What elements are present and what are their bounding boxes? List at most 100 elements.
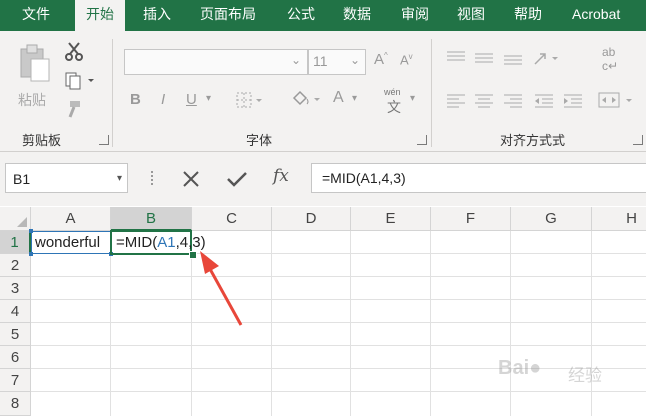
row-header-3[interactable]: 3 <box>0 277 31 300</box>
phonetic-label: wén <box>384 87 401 97</box>
tab-acrobat[interactable]: Acrobat <box>572 0 620 31</box>
watermark-jingyan: 经验 <box>568 366 602 385</box>
paste-icon <box>20 44 50 82</box>
fill-color-icon[interactable] <box>290 90 322 110</box>
orientation-icon[interactable] <box>532 50 562 68</box>
column-header-a[interactable]: A <box>31 207 111 231</box>
column-header-b[interactable]: B <box>111 207 192 231</box>
tab-help[interactable]: 帮助 <box>514 0 542 31</box>
cancel-icon[interactable] <box>181 169 201 189</box>
gridline <box>271 231 272 416</box>
font-size-value: 11 <box>313 53 328 69</box>
ribbon-tab-bar: 文件 开始 插入 页面布局 公式 数据 审阅 视图 帮助 Acrobat <box>0 0 646 31</box>
name-box[interactable]: B1 ▾ <box>5 163 128 193</box>
tab-formulas[interactable]: 公式 <box>287 0 315 31</box>
formula-input[interactable]: =MID(A1,4,3) <box>311 163 646 193</box>
clipboard-group-label: 剪贴板 <box>22 133 62 148</box>
column-header-f[interactable]: F <box>431 207 511 231</box>
gridline <box>31 299 646 300</box>
tab-page-layout[interactable]: 页面布局 <box>200 0 256 31</box>
copy-icon[interactable] <box>64 71 94 91</box>
bottom-align-icon[interactable] <box>503 51 523 65</box>
top-align-icon[interactable] <box>446 51 466 65</box>
align-left-icon[interactable] <box>446 94 466 108</box>
chevron-down-icon[interactable]: ▾ <box>352 93 357 104</box>
bold-button[interactable]: B <box>130 91 141 108</box>
select-all-icon <box>17 217 27 227</box>
chevron-down-icon[interactable]: ▾ <box>206 93 211 104</box>
phonetic-guide-button[interactable]: wén 文 <box>384 87 406 115</box>
chevron-down-icon[interactable]: ▾ <box>410 93 415 104</box>
font-size-dropdown[interactable]: 11 ⌄ <box>308 49 366 75</box>
increase-font-icon[interactable]: A^ <box>374 51 388 68</box>
tab-insert[interactable]: 插入 <box>143 0 171 31</box>
row-header-4[interactable]: 4 <box>0 300 31 323</box>
format-painter-icon[interactable] <box>64 99 84 119</box>
align-right-icon[interactable] <box>503 94 523 108</box>
gridline <box>110 231 111 416</box>
row-header-8[interactable]: 8 <box>0 392 31 416</box>
column-header-g[interactable]: G <box>511 207 592 231</box>
formula-bar: B1 ▾ fx =MID(A1,4,3) <box>0 152 646 206</box>
clipboard-launcher-icon[interactable] <box>99 135 109 145</box>
chevron-down-icon: ⌄ <box>349 53 360 67</box>
cell-b1[interactable]: =MID(A1,4,3) <box>110 230 206 255</box>
paste-button[interactable]: 粘贴 <box>14 41 56 111</box>
alignment-launcher-icon[interactable] <box>633 135 643 145</box>
name-box-value: B1 <box>13 171 31 187</box>
align-center-icon[interactable] <box>474 94 494 108</box>
column-header-e[interactable]: E <box>351 207 431 231</box>
wen-icon: 文 <box>387 99 401 115</box>
gridline <box>31 345 646 346</box>
reference-handle <box>29 252 33 256</box>
row-header-5[interactable]: 5 <box>0 323 31 346</box>
row-header-7[interactable]: 7 <box>0 369 31 392</box>
font-launcher-icon[interactable] <box>417 135 427 145</box>
row-header-6[interactable]: 6 <box>0 346 31 369</box>
watermark-logo: Bai● <box>498 357 542 379</box>
alignment-group-label: 对齐方式式 <box>500 133 566 148</box>
cell-a1[interactable]: wonderful <box>29 229 113 256</box>
tab-data[interactable]: 数据 <box>343 0 371 31</box>
gridline <box>31 276 646 277</box>
column-header-h[interactable]: H <box>592 207 646 231</box>
select-all-corner[interactable] <box>0 207 31 231</box>
decrease-font-icon[interactable]: Av <box>400 52 413 67</box>
italic-button[interactable]: I <box>161 91 165 108</box>
wrap-text-button[interactable]: ab c↵ <box>600 45 622 79</box>
insert-function-button[interactable]: fx <box>273 166 289 186</box>
group-separator <box>112 39 113 147</box>
reference-handle <box>29 229 33 233</box>
tab-review[interactable]: 审阅 <box>401 0 429 31</box>
paste-label: 粘贴 <box>18 92 46 108</box>
borders-icon[interactable] <box>236 92 264 110</box>
column-header-d[interactable]: D <box>272 207 351 231</box>
font-group-label: 字体 <box>246 133 273 148</box>
gridline <box>31 322 646 323</box>
tab-file[interactable]: 文件 <box>22 0 50 31</box>
gridline <box>430 231 431 416</box>
cut-icon[interactable] <box>64 41 84 61</box>
middle-align-icon[interactable] <box>474 51 494 65</box>
baidu-jingyan-watermark: Bai● 经验 <box>498 355 638 391</box>
gridline <box>350 231 351 416</box>
underline-button[interactable]: U <box>186 91 197 108</box>
row-header-1[interactable]: 1 <box>0 231 31 254</box>
row-header-2[interactable]: 2 <box>0 254 31 277</box>
spreadsheet-grid: A B C D E F G H 1 2 3 4 5 6 7 8 wonderfu… <box>0 207 646 416</box>
column-header-c[interactable]: C <box>192 207 272 231</box>
enter-check-icon[interactable] <box>226 169 248 189</box>
chevron-down-icon: ▾ <box>116 173 122 184</box>
increase-indent-icon[interactable] <box>563 94 583 108</box>
chevron-down-icon: ⌄ <box>290 53 301 67</box>
gridline <box>31 391 646 392</box>
formula-reference: A1 <box>157 234 176 251</box>
ribbon: 粘贴 剪贴板 ⌄ 11 ⌄ A^ Av B I U ▾ A ▾ wén 文 ▾ … <box>0 31 646 152</box>
font-name-dropdown[interactable]: ⌄ <box>124 49 308 75</box>
font-color-button[interactable]: A <box>333 89 344 107</box>
annotation-arrow <box>200 251 243 326</box>
merge-center-icon[interactable] <box>598 92 638 110</box>
tab-view[interactable]: 视图 <box>457 0 485 31</box>
tab-home[interactable]: 开始 <box>75 0 125 31</box>
decrease-indent-icon[interactable] <box>534 94 554 108</box>
